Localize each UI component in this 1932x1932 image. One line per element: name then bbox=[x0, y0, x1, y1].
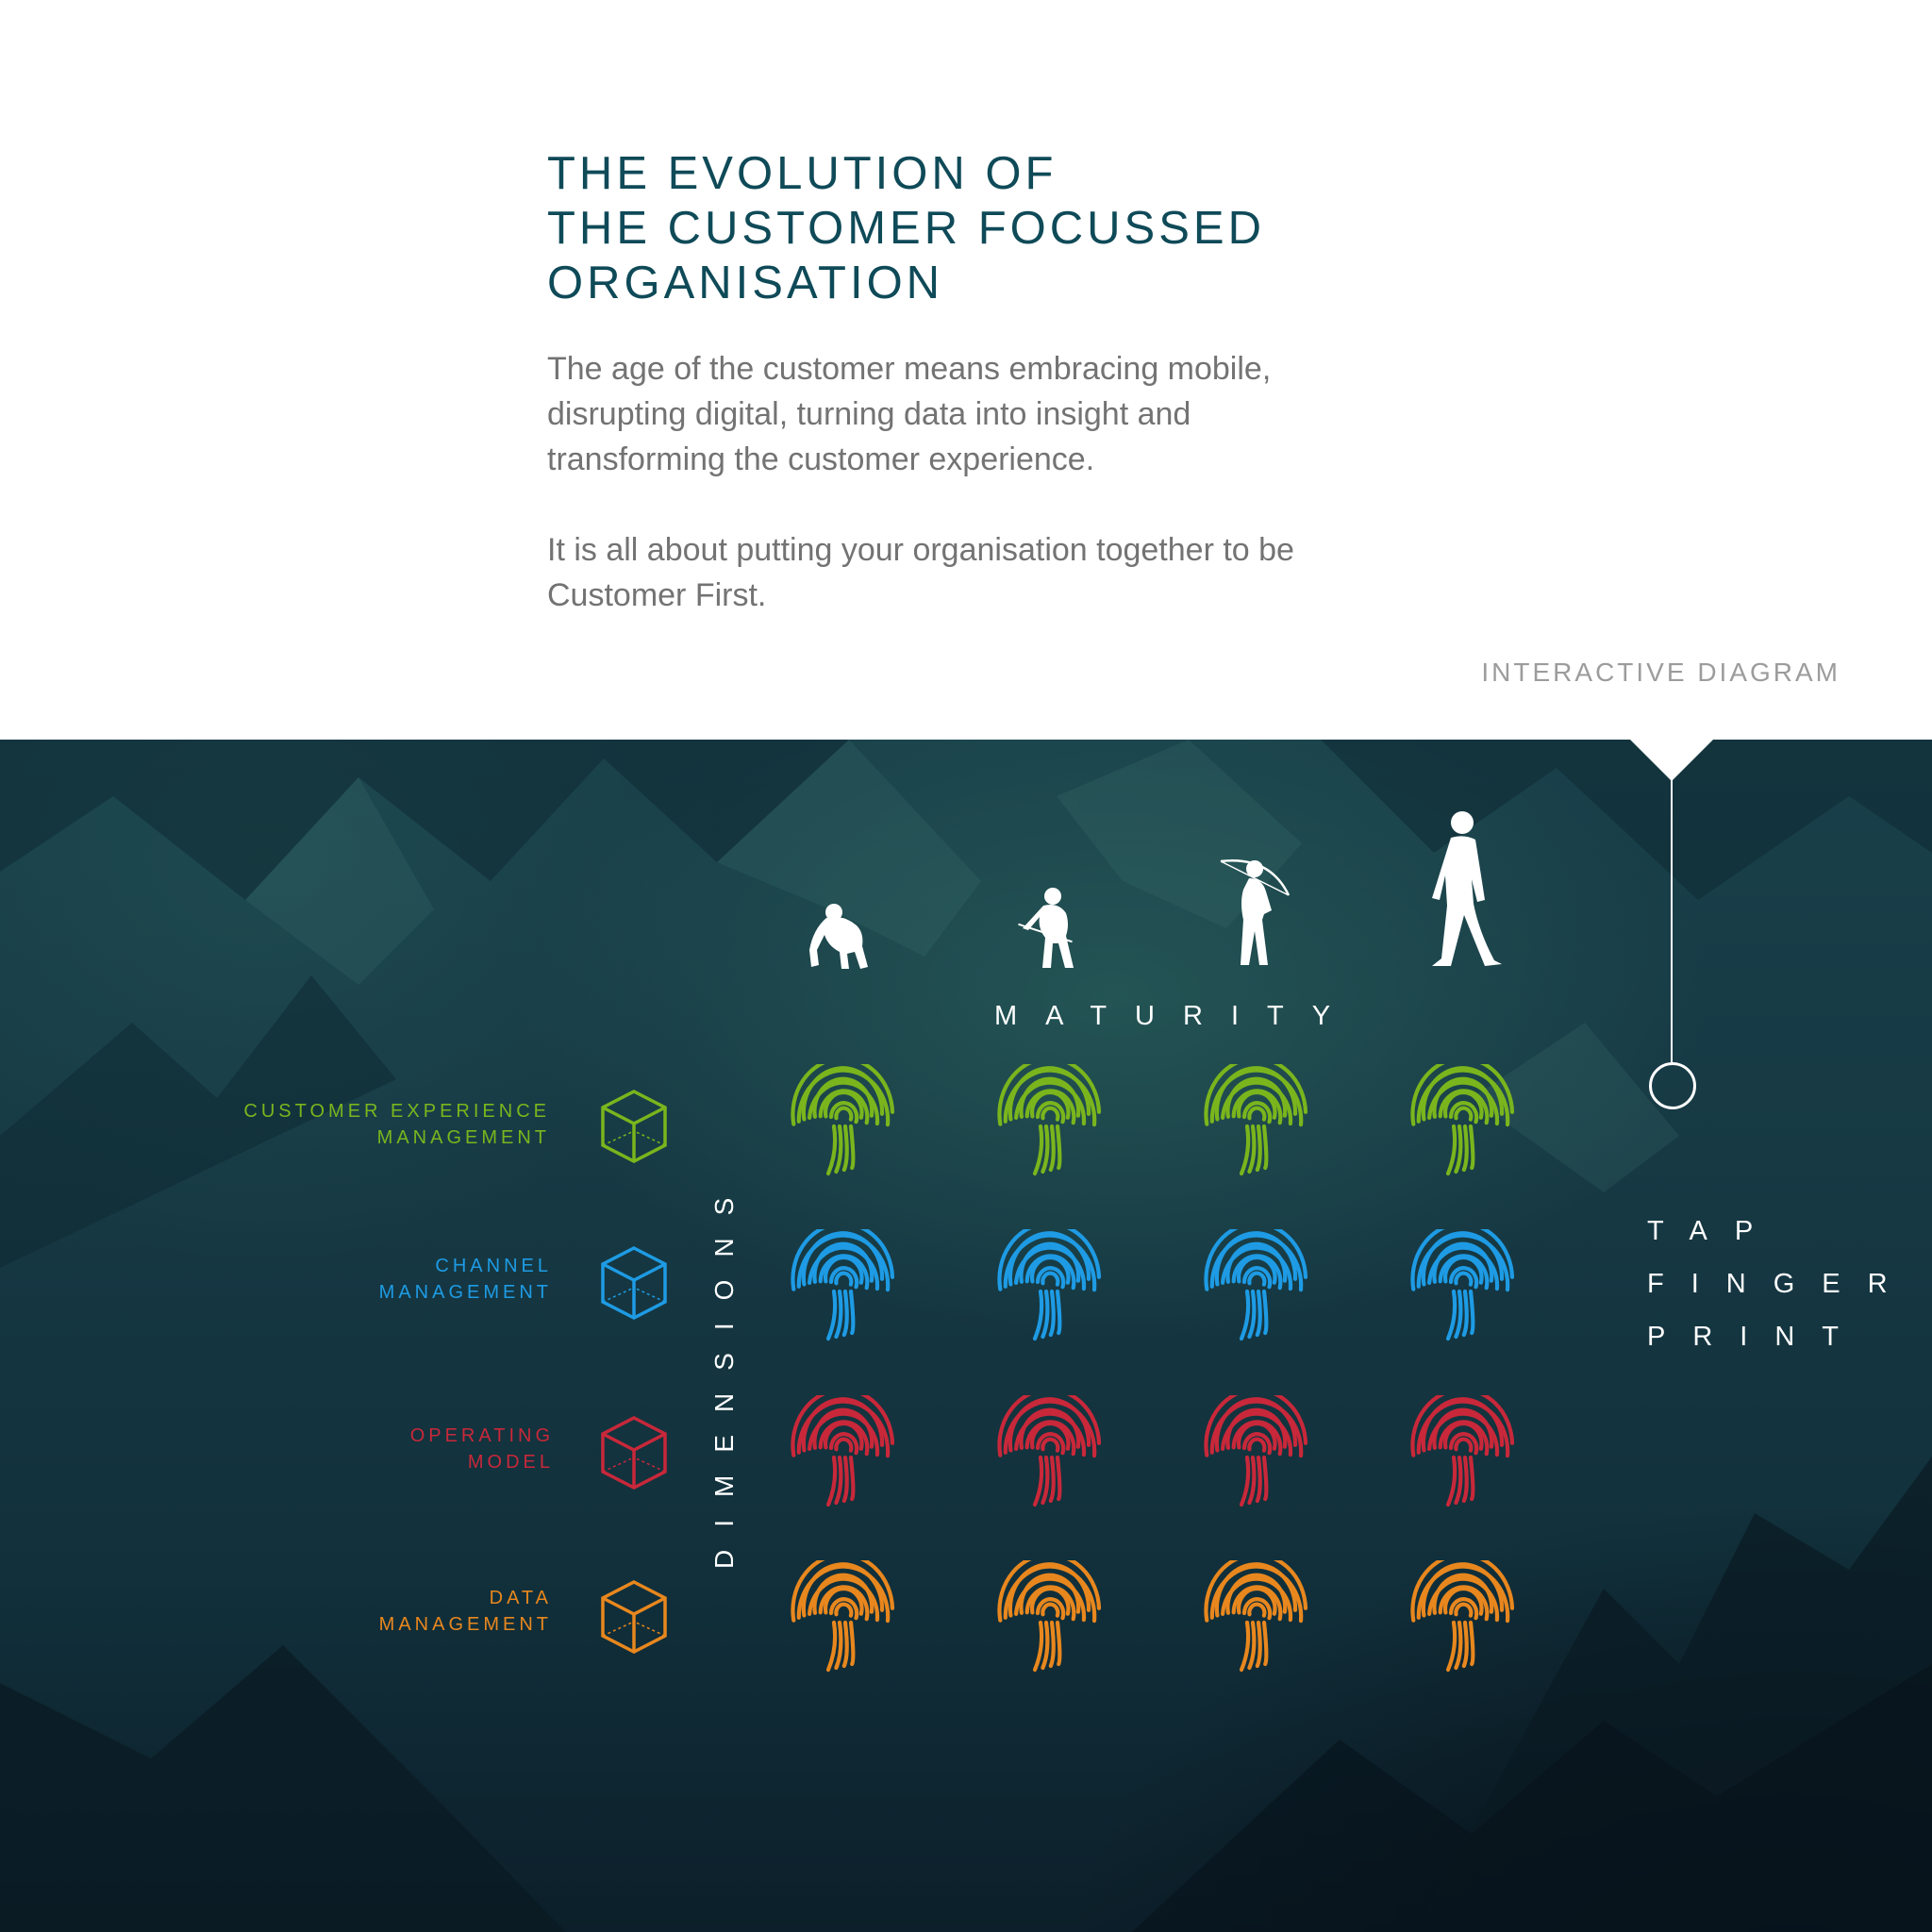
fingerprint-icon[interactable] bbox=[1410, 1560, 1516, 1681]
mountain-background bbox=[0, 740, 1932, 1932]
walking-human-icon bbox=[1432, 811, 1502, 966]
fingerprint-icon[interactable] bbox=[1410, 1229, 1516, 1350]
cube-icon bbox=[601, 1416, 667, 1490]
fingerprint-icon[interactable] bbox=[1204, 1560, 1309, 1681]
fingerprint-icon[interactable] bbox=[1204, 1064, 1309, 1185]
cube-icon bbox=[601, 1580, 667, 1654]
title-line: ORGANISATION bbox=[547, 258, 944, 308]
tap-connector-line bbox=[1671, 762, 1673, 1062]
fingerprint-icon[interactable] bbox=[791, 1229, 896, 1350]
fingerprint-icon[interactable] bbox=[1204, 1229, 1309, 1350]
fingerprint-icon[interactable] bbox=[997, 1560, 1103, 1681]
dimension-label-operating-model: OPERATING MODEL bbox=[409, 1425, 554, 1473]
title-line: THE CUSTOMER FOCUSSED bbox=[547, 203, 1265, 254]
fingerprint-icon[interactable] bbox=[791, 1064, 896, 1185]
interactive-diagram-label: INTERACTIVE DIAGRAM bbox=[1481, 658, 1840, 687]
cube-icon bbox=[601, 1246, 667, 1320]
intro-paragraph: It is all about putting your organisatio… bbox=[547, 532, 1294, 613]
cube-icon bbox=[601, 1090, 667, 1163]
early-hominid-icon bbox=[1018, 888, 1074, 968]
fingerprint-icon[interactable] bbox=[997, 1064, 1103, 1185]
title-line: THE EVOLUTION OF bbox=[547, 148, 1058, 199]
tap-fingerprint-instruction: TAP FINGER PRINT bbox=[1647, 1216, 1915, 1352]
tap-target-circle[interactable] bbox=[1649, 1062, 1696, 1109]
maturity-axis-label: MATURITY bbox=[994, 1001, 1359, 1031]
ape-icon bbox=[809, 904, 868, 969]
hunter-with-bow-icon bbox=[1220, 859, 1291, 965]
intro-paragraph: The age of the customer means embracing … bbox=[547, 351, 1272, 477]
intro-section: THE EVOLUTION OF THE CUSTOMER FOCUSSED O… bbox=[547, 146, 1396, 618]
dimension-label-customer-experience: CUSTOMER EXPERIENCE MANAGEMENT bbox=[243, 1101, 550, 1148]
dimension-label-data-management: DATA MANAGEMENT bbox=[378, 1588, 552, 1635]
fingerprint-icon[interactable] bbox=[997, 1229, 1103, 1350]
fingerprint-icon[interactable] bbox=[1410, 1395, 1516, 1516]
dimension-label-channel: CHANNEL MANAGEMENT bbox=[378, 1256, 552, 1303]
fingerprint-icon[interactable] bbox=[1204, 1395, 1309, 1516]
dimensions-axis-label: DIMENSIONS bbox=[709, 1174, 739, 1569]
fingerprint-icon[interactable] bbox=[1410, 1064, 1516, 1185]
fingerprint-icon[interactable] bbox=[791, 1560, 896, 1681]
diagram-panel bbox=[0, 740, 1932, 1932]
fingerprint-icon[interactable] bbox=[791, 1395, 896, 1516]
page-title: THE EVOLUTION OF THE CUSTOMER FOCUSSED O… bbox=[547, 146, 1396, 310]
fingerprint-icon[interactable] bbox=[997, 1395, 1103, 1516]
